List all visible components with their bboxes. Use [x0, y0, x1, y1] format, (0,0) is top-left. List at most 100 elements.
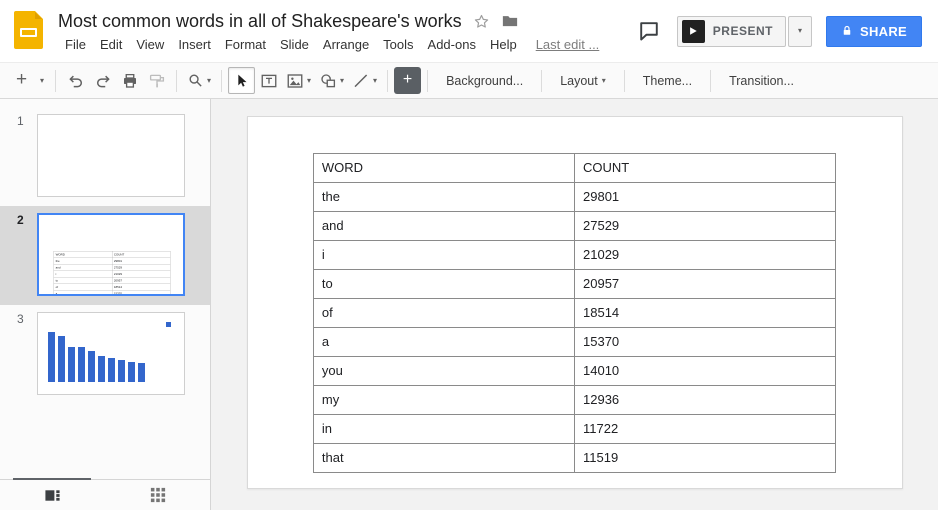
slides-logo-icon[interactable]	[14, 11, 43, 49]
slide-number: 1	[0, 114, 37, 197]
insert-shape-button[interactable]: ▾	[315, 67, 348, 94]
present-button[interactable]: PRESENT	[677, 16, 786, 47]
table-row: i21029	[313, 241, 835, 270]
content: 1 Most common words in all of Shakespear…	[0, 99, 938, 510]
transition-button[interactable]: Transition...	[717, 67, 806, 94]
toolbar-separator	[710, 70, 711, 92]
table-cell[interactable]: of	[313, 299, 574, 328]
grid-view-icon	[150, 487, 166, 503]
mini-chart-bar	[48, 332, 55, 382]
table-row: in11722	[313, 415, 835, 444]
slide-1-thumbnail[interactable]: Most common words in all of Shakespeare'…	[37, 114, 185, 197]
text-box-button[interactable]	[255, 67, 282, 94]
redo-icon	[94, 72, 112, 90]
table-cell[interactable]: a	[313, 328, 574, 357]
plus-icon: +	[16, 70, 27, 89]
menu-item-slide[interactable]: Slide	[273, 35, 316, 54]
layout-label: Layout	[560, 74, 598, 88]
slide-2-thumbnail[interactable]: WORDCOUNT the29801and27529i21029to20957o…	[37, 213, 185, 296]
menu-item-tools[interactable]: Tools	[376, 35, 420, 54]
table-cell[interactable]: i	[313, 241, 574, 270]
table-cell[interactable]: 18514	[575, 299, 836, 328]
table-cell[interactable]: 11722	[575, 415, 836, 444]
background-button[interactable]: Background...	[434, 67, 535, 94]
slide-thumbnail-row-2[interactable]: 2 WORDCOUNT the29801and27529i21029to2095…	[0, 206, 210, 305]
chevron-down-icon: ▾	[307, 77, 311, 85]
table-cell[interactable]: 15370	[575, 328, 836, 357]
filmstrip-view-button[interactable]	[0, 480, 105, 510]
filmstrip-sidebar: 1 Most common words in all of Shakespear…	[0, 99, 211, 510]
new-slide-dropdown[interactable]: ▾	[35, 67, 49, 94]
table-cell[interactable]: 27529	[575, 212, 836, 241]
undo-icon	[67, 72, 85, 90]
slide-canvas[interactable]: WORDCOUNT the29801and27529i21029to20957o…	[247, 116, 903, 489]
table-header-cell[interactable]: WORD	[313, 154, 574, 183]
comment-history-button[interactable]	[635, 17, 663, 45]
table-cell[interactable]: 11519	[575, 444, 836, 473]
chevron-down-icon: ▾	[602, 77, 606, 85]
undo-button[interactable]	[62, 67, 89, 94]
paint-format-button[interactable]	[143, 67, 170, 94]
table-cell: a	[54, 290, 112, 296]
table-cell[interactable]: and	[313, 212, 574, 241]
theme-button[interactable]: Theme...	[631, 67, 704, 94]
table-cell[interactable]: that	[313, 444, 574, 473]
table-row: you14010	[313, 357, 835, 386]
share-button[interactable]: SHARE	[826, 16, 922, 47]
cursor-arrow-icon	[234, 73, 250, 89]
present-label: PRESENT	[713, 24, 773, 38]
table-cell[interactable]: 29801	[575, 183, 836, 212]
table-cell[interactable]: to	[313, 270, 574, 299]
present-dropdown-button[interactable]: ▾	[788, 16, 812, 47]
zoom-button[interactable]: ▾	[183, 67, 215, 94]
new-slide-button[interactable]: +	[8, 67, 35, 94]
slide-3-thumbnail[interactable]	[37, 312, 185, 395]
grid-view-button[interactable]	[105, 480, 210, 510]
table-header-row: WORDCOUNT	[313, 154, 835, 183]
print-button[interactable]	[116, 67, 143, 94]
toolbar-separator	[387, 70, 388, 92]
insert-line-button[interactable]: ▾	[348, 67, 381, 94]
menu-item-add-ons[interactable]: Add-ons	[421, 35, 483, 54]
menu-item-view[interactable]: View	[129, 35, 171, 54]
menu-item-edit[interactable]: Edit	[93, 35, 129, 54]
document-title[interactable]: Most common words in all of Shakespeare'…	[58, 11, 462, 32]
table-row: that11519	[313, 444, 835, 473]
move-folder-icon[interactable]	[501, 12, 519, 30]
redo-button[interactable]	[89, 67, 116, 94]
menu-item-help[interactable]: Help	[483, 35, 524, 54]
toolbar-separator	[541, 70, 542, 92]
mini-chart-bar	[98, 356, 105, 382]
toolbar-separator	[221, 70, 222, 92]
menu-item-arrange[interactable]: Arrange	[316, 35, 376, 54]
chevron-down-icon: ▾	[207, 77, 211, 85]
layout-button[interactable]: Layout ▾	[548, 67, 618, 94]
table-row: to20957	[313, 270, 835, 299]
mini-chart-bar	[108, 358, 115, 382]
present-group: PRESENT ▾	[677, 16, 812, 47]
table-cell[interactable]: you	[313, 357, 574, 386]
star-icon[interactable]	[473, 13, 490, 30]
print-icon	[121, 72, 139, 90]
header-main: Most common words in all of Shakespeare'…	[58, 0, 599, 62]
menu-item-insert[interactable]: Insert	[171, 35, 218, 54]
slide-number: 2	[0, 213, 37, 296]
table-cell[interactable]: 20957	[575, 270, 836, 299]
slide-thumbnail-row-3[interactable]: 3	[0, 305, 210, 404]
select-tool-button[interactable]	[228, 67, 255, 94]
table-cell[interactable]: 21029	[575, 241, 836, 270]
menu-item-format[interactable]: Format	[218, 35, 273, 54]
header-actions: PRESENT ▾ SHARE	[635, 0, 938, 62]
table-cell[interactable]: in	[313, 415, 574, 444]
slide-thumbnails: 1 Most common words in all of Shakespear…	[0, 99, 210, 479]
table-cell[interactable]: 14010	[575, 357, 836, 386]
table-cell[interactable]: the	[313, 183, 574, 212]
insert-comment-button[interactable]: +	[394, 67, 421, 94]
table-cell[interactable]: 12936	[575, 386, 836, 415]
slide-thumbnail-row-1[interactable]: 1 Most common words in all of Shakespear…	[0, 107, 210, 206]
last-edit-link[interactable]: Last edit ...	[536, 37, 600, 52]
insert-image-button[interactable]: ▾	[282, 67, 315, 94]
table-cell[interactable]: my	[313, 386, 574, 415]
menu-item-file[interactable]: File	[58, 35, 93, 54]
table-header-cell[interactable]: COUNT	[575, 154, 836, 183]
